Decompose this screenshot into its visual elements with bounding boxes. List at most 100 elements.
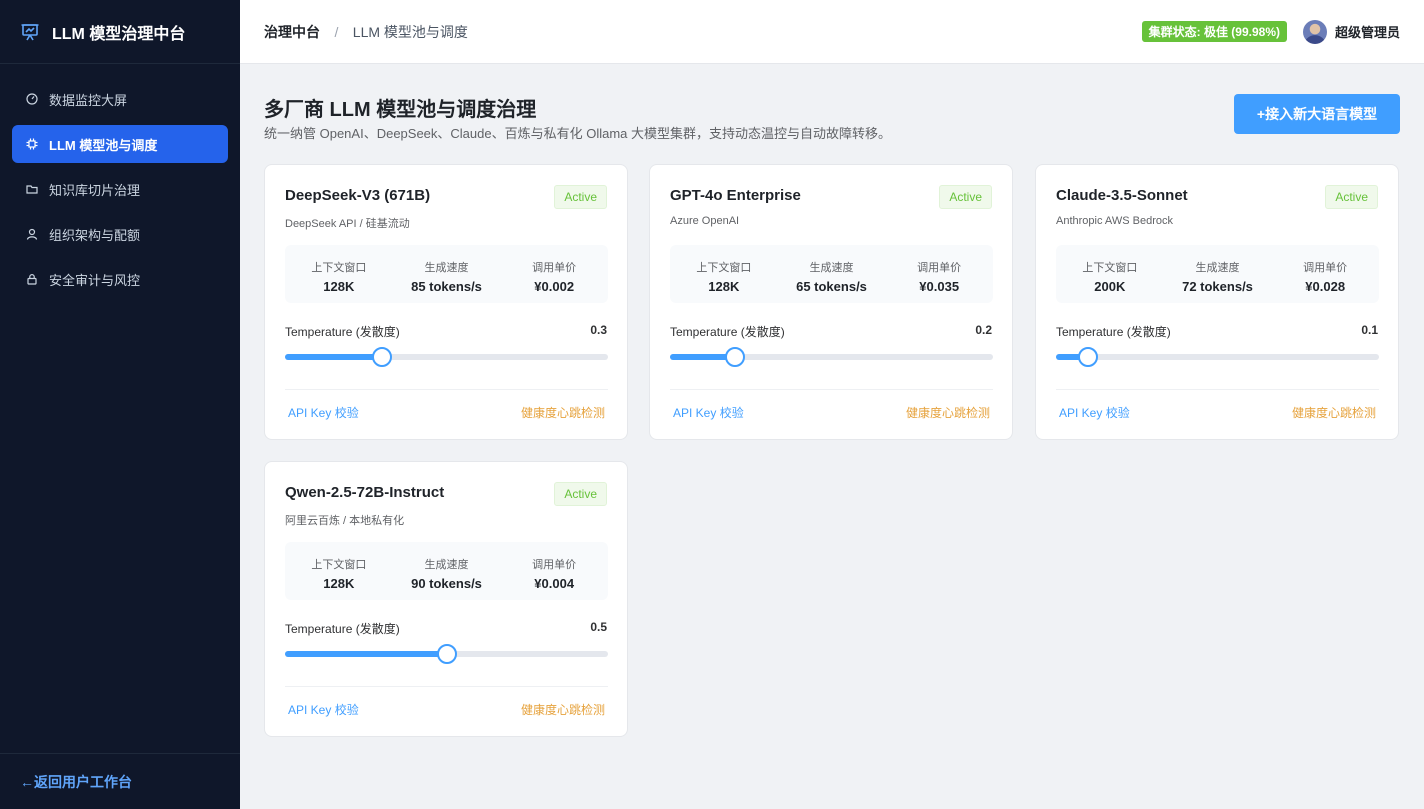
sidebar-item-knowledge-base[interactable]: 知识库切片治理	[12, 170, 228, 208]
add-model-button[interactable]: +接入新大语言模型	[1234, 94, 1400, 134]
user-name[interactable]: 超级管理员	[1335, 22, 1400, 41]
sidebar-footer: ←返回用户工作台	[0, 753, 240, 809]
temperature-slider[interactable]	[1056, 347, 1379, 367]
divider	[1056, 389, 1379, 390]
temperature-value: 0.2	[975, 323, 992, 337]
metric-context: 上下文窗口 200K	[1056, 245, 1164, 303]
metric-value: 128K	[323, 279, 355, 294]
status-badge: Active	[554, 482, 607, 506]
metrics-panel: 上下文窗口 128K 生成速度 90 tokens/s 调用单价 ¥0.004	[285, 542, 608, 600]
main-content: 多厂商 LLM 模型池与调度治理 统一纳管 OpenAI、DeepSeek、Cl…	[240, 64, 1424, 809]
health-check-link[interactable]: 健康度心跳检测	[521, 701, 605, 718]
temperature-label: Temperature (发散度)	[670, 325, 785, 339]
cpu-icon	[26, 138, 38, 150]
model-card: GPT-4o Enterprise Azure OpenAI Active 上下…	[649, 164, 1013, 440]
status-badge: Active	[554, 185, 607, 209]
metric-label: 调用单价	[532, 262, 577, 274]
temperature-value: 0.1	[1361, 323, 1378, 337]
sidebar-item-dashboard[interactable]: 数据监控大屏	[12, 80, 228, 118]
dashboard-icon	[26, 93, 38, 105]
sidebar-item-label: LLM 模型池与调度	[49, 137, 158, 153]
metrics-panel: 上下文窗口 128K 生成速度 65 tokens/s 调用单价 ¥0.035	[670, 245, 993, 303]
sidebar-item-label: 组织架构与配额	[49, 227, 141, 243]
lock-icon	[26, 273, 38, 285]
metric-label: 上下文窗口	[1082, 262, 1138, 274]
presentation-board-icon	[20, 22, 40, 42]
sidebar: LLM 模型治理中台 数据监控大屏 LLM 模型池与调度 知识库切片治理 组织架…	[0, 0, 240, 809]
metric-label: 调用单价	[532, 559, 577, 571]
breadcrumb-root[interactable]: 治理中台	[264, 24, 320, 40]
metric-price: 调用单价 ¥0.004	[500, 542, 608, 600]
metric-label: 调用单价	[917, 262, 962, 274]
metric-label: 调用单价	[1303, 262, 1348, 274]
breadcrumb-separator: /	[334, 23, 339, 40]
temperature-slider[interactable]	[670, 347, 993, 367]
slider-thumb[interactable]	[371, 347, 392, 367]
model-name: GPT-4o Enterprise	[670, 187, 801, 204]
metric-label: 生成速度	[424, 262, 469, 274]
health-check-link[interactable]: 健康度心跳检测	[521, 404, 605, 421]
metrics-panel: 上下文窗口 128K 生成速度 85 tokens/s 调用单价 ¥0.002	[285, 245, 608, 303]
health-check-link[interactable]: 健康度心跳检测	[1292, 404, 1376, 421]
api-key-verify-link[interactable]: API Key 校验	[1059, 404, 1130, 421]
metric-label: 生成速度	[809, 262, 854, 274]
metric-context: 上下文窗口 128K	[285, 245, 393, 303]
metrics-panel: 上下文窗口 200K 生成速度 72 tokens/s 调用单价 ¥0.028	[1056, 245, 1379, 303]
cluster-status-badge: 集群状态: 极佳 (99.98%)	[1141, 21, 1287, 42]
metric-value: 128K	[708, 279, 740, 294]
slider-thumb[interactable]	[436, 644, 457, 664]
sidebar-item-label: 安全审计与风控	[49, 272, 141, 288]
model-provider: DeepSeek API / 硅基流动	[285, 218, 410, 230]
metric-price: 调用单价 ¥0.028	[1271, 245, 1379, 303]
slider-fill	[285, 354, 382, 360]
avatar[interactable]	[1302, 19, 1327, 44]
metric-speed: 生成速度 85 tokens/s	[393, 245, 501, 303]
metric-price: 调用单价 ¥0.002	[500, 245, 608, 303]
divider	[285, 686, 608, 687]
temperature-slider[interactable]	[285, 347, 608, 367]
breadcrumb-current: LLM 模型池与调度	[352, 23, 468, 40]
model-provider: Anthropic AWS Bedrock	[1056, 215, 1173, 227]
status-badge: Active	[939, 185, 992, 209]
health-check-link[interactable]: 健康度心跳检测	[906, 404, 990, 421]
temperature-value: 0.3	[590, 323, 607, 337]
sidebar-item-label: 知识库切片治理	[49, 182, 141, 198]
divider	[670, 389, 993, 390]
temperature-label: Temperature (发散度)	[285, 622, 400, 636]
breadcrumb: 治理中台 / LLM 模型池与调度	[264, 22, 468, 42]
model-card: Qwen-2.5-72B-Instruct 阿里云百炼 / 本地私有化 Acti…	[264, 461, 628, 737]
metric-value: 128K	[323, 576, 355, 591]
slider-thumb[interactable]	[724, 347, 745, 367]
model-card: DeepSeek-V3 (671B) DeepSeek API / 硅基流动 A…	[264, 164, 628, 440]
slider-track	[1056, 354, 1379, 360]
model-name: Claude-3.5-Sonnet	[1056, 187, 1188, 204]
metric-value: ¥0.028	[1305, 279, 1346, 294]
status-badge: Active	[1325, 185, 1378, 209]
sidebar-menu: 数据监控大屏 LLM 模型池与调度 知识库切片治理 组织架构与配额 安全审计与风…	[0, 64, 240, 321]
metric-value: ¥0.035	[919, 279, 960, 294]
metric-label: 上下文窗口	[311, 262, 367, 274]
sidebar-item-llm-pool[interactable]: LLM 模型池与调度	[12, 125, 228, 163]
model-name: DeepSeek-V3 (671B)	[285, 187, 431, 204]
metric-value: ¥0.004	[534, 576, 575, 591]
api-key-verify-link[interactable]: API Key 校验	[288, 701, 359, 718]
api-key-verify-link[interactable]: API Key 校验	[288, 404, 359, 421]
model-name: Qwen-2.5-72B-Instruct	[285, 484, 445, 501]
metric-context: 上下文窗口 128K	[285, 542, 393, 600]
sidebar-item-organization[interactable]: 组织架构与配额	[12, 215, 228, 253]
metric-context: 上下文窗口 128K	[670, 245, 778, 303]
metric-label: 生成速度	[424, 559, 469, 571]
brand: LLM 模型治理中台	[0, 0, 240, 64]
temperature-slider[interactable]	[285, 644, 608, 664]
metric-label: 上下文窗口	[696, 262, 752, 274]
divider	[285, 389, 608, 390]
top-header: 治理中台 / LLM 模型池与调度 集群状态: 极佳 (99.98%) 超级管理…	[240, 0, 1424, 64]
api-key-verify-link[interactable]: API Key 校验	[673, 404, 744, 421]
back-to-workspace-link[interactable]: ←返回用户工作台	[20, 772, 132, 792]
temperature-label: Temperature (发散度)	[1056, 325, 1171, 339]
sidebar-item-security[interactable]: 安全审计与风控	[12, 260, 228, 298]
slider-thumb[interactable]	[1078, 347, 1099, 367]
metric-value: 200K	[1094, 279, 1126, 294]
metric-label: 生成速度	[1195, 262, 1240, 274]
metric-value: 85 tokens/s	[411, 279, 482, 294]
